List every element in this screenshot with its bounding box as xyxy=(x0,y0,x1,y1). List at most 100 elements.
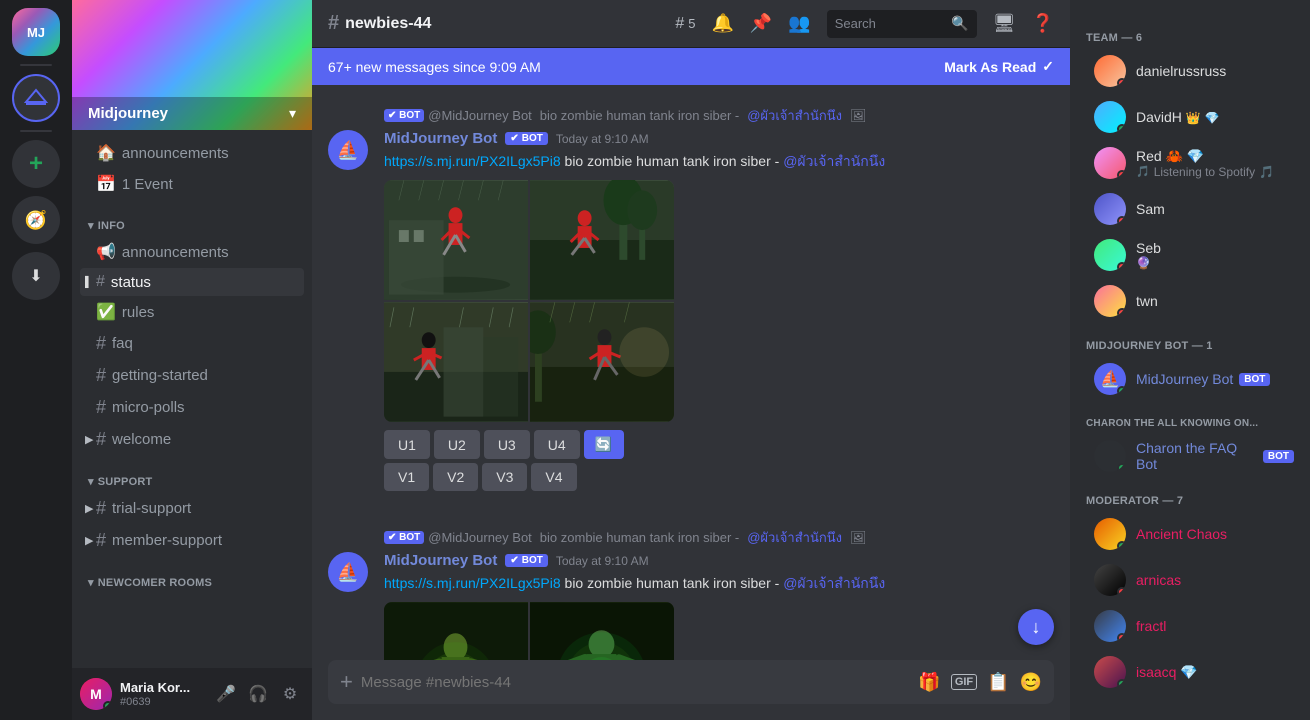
member-fractl[interactable]: fractl xyxy=(1078,604,1302,648)
v4-button[interactable]: V4 xyxy=(531,463,576,491)
channel-status[interactable]: ▌ # status xyxy=(80,268,304,296)
help-icon[interactable]: ❓ xyxy=(1032,13,1054,34)
divider-2 xyxy=(20,130,52,132)
member-avatar-charon xyxy=(1094,440,1126,472)
u2-button[interactable]: U2 xyxy=(434,430,480,459)
member-danielrussruss[interactable]: danielrussruss xyxy=(1078,49,1302,93)
zombie-bot-badge: ✔ BOT xyxy=(505,554,548,567)
gif-button[interactable]: GIF xyxy=(951,674,977,690)
message-text-1: https://s.mj.run/PX2ILgx5Pi8 bio zombie … xyxy=(384,151,1054,172)
member-avatar-arnicas xyxy=(1094,564,1126,596)
member-avatar-sam xyxy=(1094,193,1126,225)
bot-pre-line: ✔ BOT @MidJourney Bot xyxy=(384,108,532,123)
channel-item-event[interactable]: 📅 1 Event xyxy=(80,169,304,199)
member-isaacq[interactable]: isaacq 💎 xyxy=(1078,650,1302,694)
download-button[interactable]: ⬇ xyxy=(12,252,60,300)
member-avatar-fractl xyxy=(1094,610,1126,642)
zombie-checkmark: ✔ xyxy=(510,555,518,566)
bot-pre-line-2: ✔ BOT @MidJourney Bot xyxy=(384,530,532,545)
v2-button[interactable]: V2 xyxy=(433,463,478,491)
category-info[interactable]: ▾ INFO xyxy=(72,215,312,236)
chat-input-area: + 🎁 GIF 📋 😊 xyxy=(312,660,1070,720)
settings-button[interactable]: ⚙ xyxy=(276,680,304,708)
member-midjourney-bot[interactable]: ⛵ MidJourney Bot BOT xyxy=(1078,357,1302,401)
server-banner: Midjourney ▾ xyxy=(72,0,312,130)
member-arnicas[interactable]: arnicas xyxy=(1078,558,1302,602)
u3-button[interactable]: U3 xyxy=(484,430,530,459)
check-icon-rules: ✅ xyxy=(96,302,116,322)
twn-name: twn xyxy=(1136,293,1294,309)
bot-mini-badge: ✔ BOT xyxy=(384,109,424,122)
channel-faq[interactable]: # faq xyxy=(80,328,304,359)
inbox-icon[interactable]: 🖥 xyxy=(993,13,1016,34)
u1-button[interactable]: U1 xyxy=(384,430,430,459)
hash-icon-faq: # xyxy=(96,333,106,354)
message-content-zombie: MidJourney Bot ✔ BOT Today at 9:10 AM ht… xyxy=(384,552,1054,660)
channel-trial-support[interactable]: ▶ # trial-support xyxy=(80,493,304,524)
red-info: Red 🦀 💎 🎵 Listening to Spotify 🎵 xyxy=(1136,148,1294,179)
add-server-button[interactable]: + xyxy=(12,140,60,188)
home-label: announcements xyxy=(122,145,229,162)
scroll-to-bottom-button[interactable]: ↓ xyxy=(1018,609,1054,645)
daniel-status xyxy=(1117,78,1126,87)
member-avatar-twn xyxy=(1094,285,1126,317)
chat-input[interactable] xyxy=(361,664,911,701)
emoji-icon[interactable]: 😊 xyxy=(1020,672,1042,693)
mute-icon[interactable]: 🔔 xyxy=(711,13,733,34)
channel-item-home[interactable]: 🏠 announcements xyxy=(80,138,304,168)
member-category-mjbot: MIDJOURNEY BOT — 1 xyxy=(1070,324,1310,356)
search-box[interactable]: Search 🔍 xyxy=(827,10,977,38)
channel-member-support[interactable]: ▶ # member-support xyxy=(80,525,304,556)
refresh-button[interactable]: 🔄 xyxy=(584,430,624,459)
channel-micro-polls[interactable]: # micro-polls xyxy=(80,392,304,423)
channel-welcome[interactable]: ▶ # welcome xyxy=(80,424,304,455)
category-newcomer[interactable]: ▾ NEWCOMER ROOMS xyxy=(72,572,312,593)
member-avatar-red xyxy=(1094,147,1126,179)
channel-gs-label: getting-started xyxy=(112,367,208,384)
server-icon-boat[interactable] xyxy=(12,74,60,122)
headset-button[interactable]: 🎧 xyxy=(244,680,272,708)
image-cell-1 xyxy=(384,180,528,300)
server-icon-midjourney[interactable]: MJ xyxy=(12,8,60,56)
message-timestamp: Today at 9:10 AM xyxy=(556,132,649,146)
note-icon: 🎵 xyxy=(1259,165,1274,179)
v1-button[interactable]: V1 xyxy=(384,463,429,491)
category-support[interactable]: ▾ SUPPORT xyxy=(72,471,312,492)
mark-as-read-button[interactable]: Mark As Read ✓ xyxy=(944,58,1054,75)
member-ancient-chaos[interactable]: Ancient Chaos xyxy=(1078,512,1302,556)
server-header[interactable]: Midjourney ▾ xyxy=(72,97,312,130)
channel-member-label: member-support xyxy=(112,532,222,549)
channel-getting-started[interactable]: # getting-started xyxy=(80,360,304,391)
at-mention-mini: @ผัวเจ้าสำนักนึง xyxy=(747,105,842,126)
member-avatar-mj: ⛵ xyxy=(1094,363,1126,395)
member-davidh[interactable]: DavidH 👑 💎 xyxy=(1078,95,1302,139)
add-attachment-button[interactable]: + xyxy=(340,669,353,695)
message-link[interactable]: https://s.mj.run/PX2ILgx5Pi8 xyxy=(384,153,561,169)
member-avatar-daniel xyxy=(1094,55,1126,87)
explore-button[interactable]: 🧭 xyxy=(12,196,60,244)
zombie-link[interactable]: https://s.mj.run/PX2ILgx5Pi8 xyxy=(384,575,561,591)
member-charon[interactable]: Charon the FAQ Bot BOT xyxy=(1078,434,1302,478)
channel-rules[interactable]: ✅ rules xyxy=(80,297,304,327)
gift-icon[interactable]: 🎁 xyxy=(918,672,940,693)
member-twn[interactable]: twn xyxy=(1078,279,1302,323)
pin-icon[interactable]: 📌 xyxy=(750,13,772,34)
members-icon[interactable]: 👥 xyxy=(788,13,810,34)
member-red[interactable]: Red 🦀 💎 🎵 Listening to Spotify 🎵 xyxy=(1078,141,1302,185)
mj-status xyxy=(1117,386,1126,395)
bot-badge: ✔ BOT xyxy=(505,132,548,145)
sticker-icon[interactable]: 📋 xyxy=(987,672,1009,693)
member-count-area[interactable]: # 5 xyxy=(675,15,695,33)
member-sam[interactable]: Sam xyxy=(1078,187,1302,231)
message-group-bot: ⛵ MidJourney Bot ✔ BOT Today at 9:10 AM … xyxy=(328,130,1054,495)
channel-announcements[interactable]: 📢 announcements xyxy=(80,237,304,267)
zombie-bot-avatar: ⛵ xyxy=(328,552,368,592)
bot-avatar: ⛵ xyxy=(328,130,368,170)
section-newcomer: ▾ NEWCOMER ROOMS xyxy=(72,572,312,593)
new-messages-banner[interactable]: 67+ new messages since 9:09 AM Mark As R… xyxy=(312,48,1070,85)
ancient-name: Ancient Chaos xyxy=(1136,526,1294,542)
mic-button[interactable]: 🎤 xyxy=(212,680,240,708)
v3-button[interactable]: V3 xyxy=(482,463,527,491)
u4-button[interactable]: U4 xyxy=(534,430,580,459)
member-seb[interactable]: Seb 🔮 xyxy=(1078,233,1302,277)
